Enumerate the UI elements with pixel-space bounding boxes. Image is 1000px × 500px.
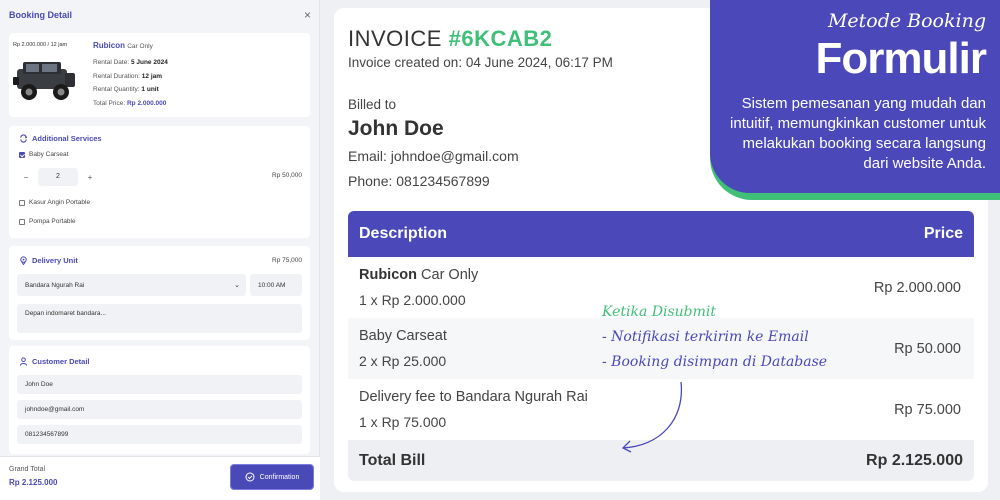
row-price: Rp 50.000 <box>894 341 961 357</box>
rental-date: 5 June 2024 <box>130 59 168 66</box>
rental-duration: 12 jam <box>141 72 163 80</box>
submit-annotation: Ketika Disubmit - Notifikasi terkirim ke… <box>602 300 827 375</box>
rental-quantity: 1 unit <box>141 86 159 94</box>
service-baby-carseat[interactable]: Baby Carseat <box>19 151 68 158</box>
total-value: Rp 2.125.000 <box>866 451 963 469</box>
additional-services-card: Additional Services Baby Carseat − 2 + R… <box>9 126 310 238</box>
minus-button[interactable]: − <box>19 173 33 182</box>
car-variant: Car Only <box>127 43 153 50</box>
invoice-created: Invoice created on: 04 June 2024, 06:17 … <box>348 55 613 70</box>
checkbox-checked-icon[interactable] <box>19 151 25 158</box>
car-name-text: Rubicon <box>93 41 125 50</box>
row-detail: 1 x Rp 2.000.000 <box>359 292 466 308</box>
delivery-label: Delivery Unit <box>32 256 78 265</box>
quantity-value[interactable]: 2 <box>38 168 78 186</box>
confirmation-label: Confirmation <box>259 473 300 481</box>
billed-phone: Phone: 081234567899 <box>348 173 490 189</box>
col-description: Description <box>359 225 448 242</box>
delivery-price: Rp 75,000 <box>272 257 302 264</box>
check-circle-icon <box>245 472 255 482</box>
customer-label: Customer Detail <box>32 357 90 366</box>
rental-duration-label: Rental Duration: <box>93 72 140 80</box>
annotation-line: - Notifikasi terkirim ke Email <box>602 329 809 345</box>
car-name: Rubicon Car Only <box>93 41 153 50</box>
booking-title: Booking Detail <box>9 10 73 20</box>
customer-email-value: johndoe@gmail.com <box>25 406 85 413</box>
user-icon <box>19 357 28 366</box>
grand-total-value: Rp 2.125.000 <box>9 478 58 487</box>
delivery-title: Delivery Unit <box>19 256 78 265</box>
booking-header: Booking Detail × <box>0 0 319 30</box>
promo-title: Formulir <box>815 34 987 83</box>
row-detail: 1 x Rp 75.000 <box>359 414 447 430</box>
row-detail: 2 x Rp 25.000 <box>359 353 447 369</box>
car-card: Rp 2.000.000 / 12 jam Rubicon Car Only R… <box>9 33 310 117</box>
promo-banner: Metode Booking Formulir Sistem pemesanan… <box>710 0 1000 193</box>
row-title-bold: Rubicon <box>359 267 417 283</box>
total-price: Rp 2.000.000 <box>126 99 167 107</box>
delivery-location-select[interactable]: Bandara Ngurah Rai ⌄ <box>17 274 246 296</box>
row-price: Rp 2.000.000 <box>873 280 961 296</box>
car-details: Rental Date: 5 June 2024 Rental Duration… <box>93 56 168 110</box>
confirmation-button[interactable]: Confirmation <box>230 464 314 490</box>
delivery-time-field[interactable]: 10:00 AM <box>250 274 302 296</box>
row-title: Delivery fee to Bandara Ngurah Rai <box>359 389 588 405</box>
total-label: Total Bill <box>359 451 426 469</box>
car-image <box>13 62 75 100</box>
service-kasur-angin[interactable]: Kasur Angin Portable <box>19 199 90 206</box>
booking-panel: Booking Detail × Rp 2.000.000 / 12 jam R… <box>0 0 320 500</box>
plus-button[interactable]: + <box>83 173 97 182</box>
service-pompa[interactable]: Pompa Portable <box>19 218 76 225</box>
invoice-title-prefix: INVOICE <box>348 26 442 51</box>
delivery-address-placeholder: Depan indomaret bandara... <box>25 310 106 317</box>
service-price: Rp 50,000 <box>272 172 302 179</box>
rental-date-label: Rental Date: <box>93 59 130 66</box>
row-price: Rp 75.000 <box>894 402 961 418</box>
customer-card: Customer Detail John Doe johndoe@gmail.c… <box>9 346 310 454</box>
customer-email-input[interactable]: johndoe@gmail.com <box>17 400 302 419</box>
row-title: Car Only <box>417 267 479 283</box>
quantity-stepper: − 2 + <box>19 168 97 186</box>
customer-phone-value: 081234567899 <box>25 431 69 438</box>
invoice-code: #6KCAB2 <box>448 26 553 51</box>
additional-services-title: Additional Services <box>19 134 102 143</box>
curved-arrow-icon <box>621 381 683 453</box>
promo-description: Sistem pemesanan yang mudah dan intuitif… <box>730 95 986 172</box>
annotation-heading: Ketika Disubmit <box>602 304 716 320</box>
billed-email: Email: johndoe@gmail.com <box>348 148 519 164</box>
rental-quantity-label: Rental Quantity: <box>93 86 140 94</box>
delivery-time-value: 10:00 AM <box>258 281 286 289</box>
promo-subtitle: Metode Booking <box>827 10 986 32</box>
delivery-location-value: Bandara Ngurah Rai <box>25 281 85 289</box>
location-pin-icon <box>20 256 27 265</box>
booking-footer: Grand Total Rp 2.125.000 Confirmation <box>0 456 320 500</box>
col-price: Price <box>923 225 963 242</box>
checkbox-icon[interactable] <box>19 199 25 206</box>
table-header: Description Price <box>348 211 974 257</box>
additional-services-label: Additional Services <box>32 134 102 143</box>
invoice-title: INVOICE #6KCAB2 <box>348 26 552 52</box>
service-label: Pompa Portable <box>29 218 76 225</box>
billed-to-label: Billed to <box>348 97 397 112</box>
billed-name: John Doe <box>348 117 444 140</box>
delivery-card: Delivery Unit Rp 75,000 Bandara Ngurah R… <box>9 246 310 340</box>
car-price-label: Rp 2.000.000 / 12 jam <box>13 42 68 48</box>
checkbox-icon[interactable] <box>19 218 25 225</box>
annotation-line: - Booking disimpan di Database <box>602 354 828 370</box>
chevron-down-icon: ⌄ <box>234 282 240 289</box>
close-icon[interactable]: × <box>304 8 311 22</box>
delivery-address-textarea[interactable]: Depan indomaret bandara... <box>17 304 302 333</box>
customer-title: Customer Detail <box>19 357 90 366</box>
customer-name-input[interactable]: John Doe <box>17 375 302 394</box>
grand-total-label: Grand Total <box>9 466 46 473</box>
total-price-label: Total Price: <box>93 99 126 107</box>
customer-phone-input[interactable]: 081234567899 <box>17 425 302 444</box>
service-label: Kasur Angin Portable <box>29 199 91 206</box>
service-label: Baby Carseat <box>29 151 69 158</box>
customer-name-value: John Doe <box>25 381 53 388</box>
services-icon <box>20 134 28 143</box>
row-title: Baby Carseat <box>359 328 447 344</box>
